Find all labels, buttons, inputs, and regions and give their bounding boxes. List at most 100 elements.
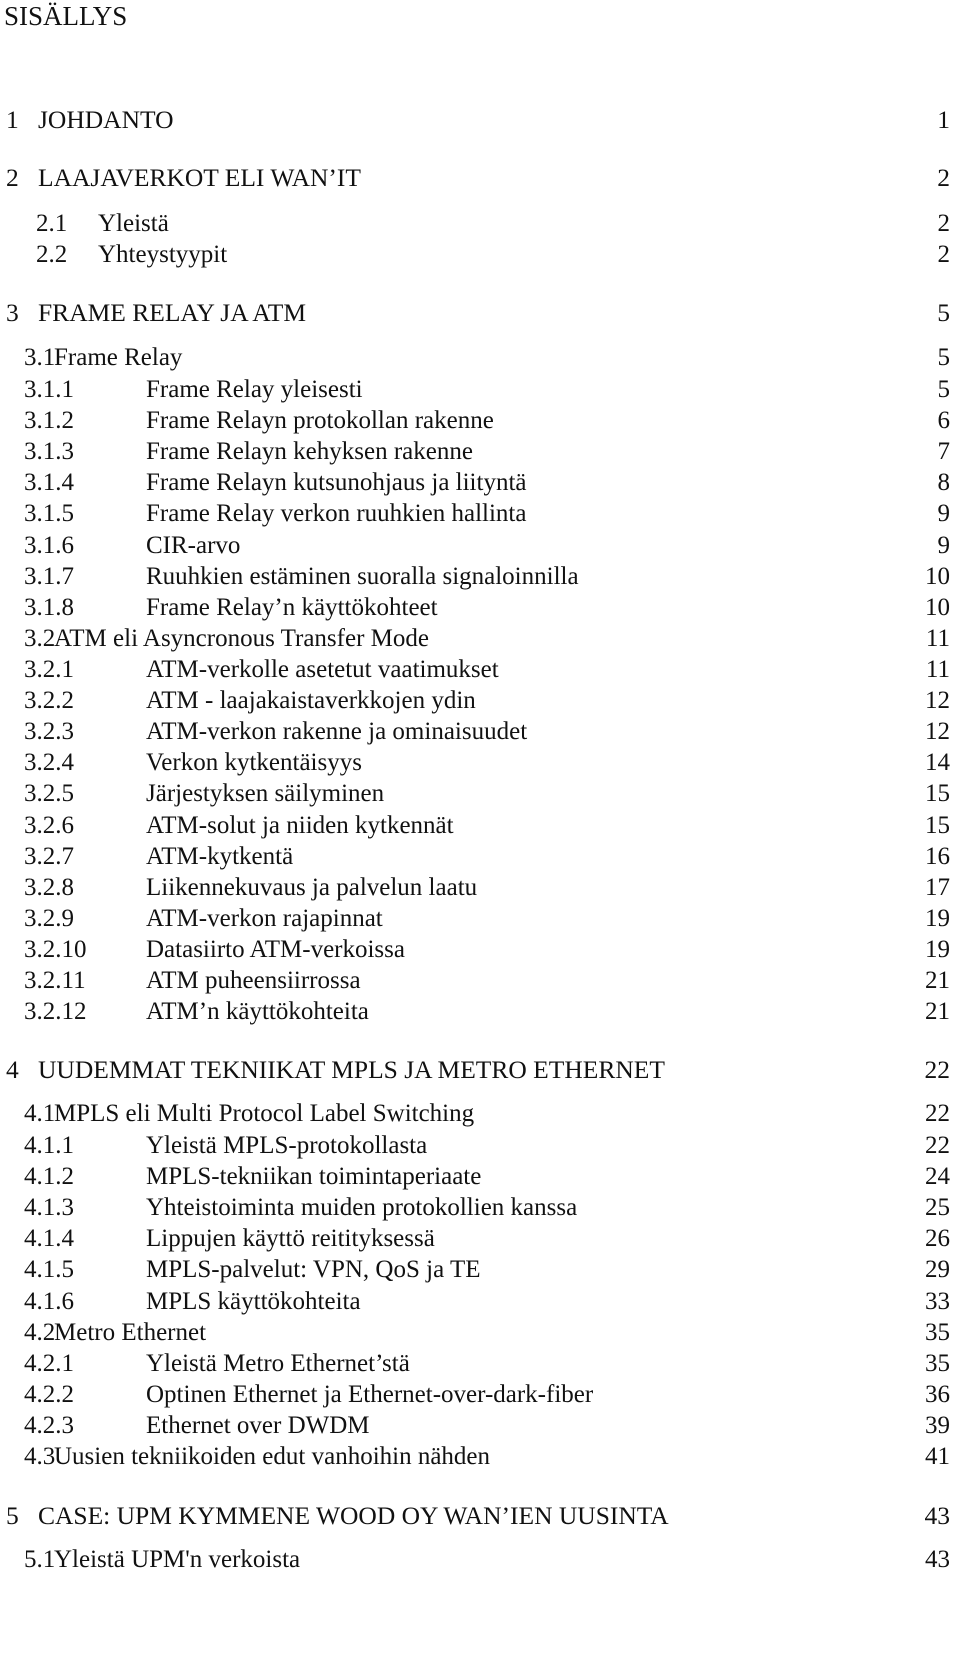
- toc-entry[interactable]: 3.2 ATM eli Asyncronous Transfer Mode 11: [0, 623, 960, 655]
- toc-entry[interactable]: 4.2.1 Yleistä Metro Ethernet’stä 35: [0, 1348, 960, 1380]
- toc-entry-page: 8: [937, 469, 951, 496]
- toc-entry-title: CASE: UPM KYMMENE WOOD OY WAN’IEN UUSINT…: [38, 1501, 669, 1530]
- toc-entry-page: 33: [925, 1288, 950, 1315]
- toc-entry-number: 3.2.8: [24, 874, 74, 901]
- toc-entry-number: 3.1.1: [24, 376, 74, 403]
- toc-entry-number: 3.1.4: [24, 469, 74, 496]
- toc-entry[interactable]: 3.1.2 Frame Relayn protokollan rakenne 6: [0, 405, 960, 437]
- toc-entry-title: Frame Relay yleisesti: [146, 376, 363, 403]
- toc-entry[interactable]: 4.1.1 Yleistä MPLS-protokollasta 22: [0, 1130, 960, 1162]
- toc-entry-page: 5: [937, 298, 950, 327]
- toc-entry[interactable]: 3.2.8 Liikennekuvaus ja palvelun laatu 17: [0, 872, 960, 904]
- toc-entry[interactable]: 4.1.6 MPLS käyttökohteita 33: [0, 1286, 960, 1318]
- toc-entry[interactable]: 2.2 Yhteystyypit 2: [0, 239, 960, 271]
- toc-entry-page: 2: [937, 163, 950, 192]
- toc-entry-page: 10: [925, 594, 950, 621]
- toc-entry-title: ATM-verkon rajapinnat: [146, 905, 383, 932]
- toc-entry[interactable]: 3.2.6 ATM-solut ja niiden kytkennät 15: [0, 810, 960, 842]
- toc-entry-page: 14: [925, 749, 950, 776]
- toc-entry-page: 35: [925, 1350, 950, 1377]
- toc-entry[interactable]: 3.1.4 Frame Relayn kutsunohjaus ja liityn…: [0, 467, 960, 499]
- toc-entry-number: 3.2.9: [24, 905, 74, 932]
- toc-entry-title: LAAJAVERKOT ELI WAN’IT: [38, 163, 361, 192]
- toc-entry[interactable]: 4.1.4 Lippujen käyttö reitityksessä 26: [0, 1223, 960, 1255]
- toc-entry[interactable]: 4.2.3 Ethernet over DWDM 39: [0, 1410, 960, 1442]
- toc-entry[interactable]: 4 UUDEMMAT TEKNIIKAT MPLS JA METRO ETHERN…: [0, 1054, 960, 1086]
- toc-entry[interactable]: 3.1.1 Frame Relay yleisesti 5: [0, 374, 960, 406]
- toc-entry-number: 4.2: [24, 1319, 56, 1346]
- toc-entry[interactable]: 3.2.1 ATM-verkolle asetetut vaatimukset 11: [0, 654, 960, 686]
- toc-entry-number: 3.1.5: [24, 500, 74, 527]
- toc-entry[interactable]: 3 FRAME RELAY JA ATM 5: [0, 297, 960, 329]
- toc-entry[interactable]: 3.2.12 ATM’n käyttökohteita 21: [0, 996, 960, 1028]
- toc-entry-page: 9: [937, 500, 951, 527]
- toc-entry-title: Verkon kytkentäisyys: [146, 749, 362, 776]
- toc-entry[interactable]: 3.1.6 CIR-arvo 9: [0, 530, 960, 562]
- toc-entry-title: UUDEMMAT TEKNIIKAT MPLS JA METRO ETHERNE…: [38, 1055, 665, 1084]
- toc-entry[interactable]: 3.2.9 ATM-verkon rajapinnat 19: [0, 903, 960, 935]
- toc-entry[interactable]: 4.2 Metro Ethernet 35: [0, 1317, 960, 1349]
- toc-entry-page: 15: [925, 812, 950, 839]
- toc-entry[interactable]: 3.1.7 Ruuhkien estäminen suoralla signalo…: [0, 561, 960, 593]
- toc-entry[interactable]: 3.2.11 ATM puheensiirrossa 21: [0, 965, 960, 997]
- toc-entry[interactable]: 2 LAAJAVERKOT ELI WAN’IT 2: [0, 162, 960, 194]
- toc-entry-title: Järjestyksen säilyminen: [146, 780, 385, 807]
- toc-entry-title: Yhteystyypit: [98, 241, 228, 268]
- toc-entry-page: 25: [925, 1194, 950, 1221]
- toc-entry-number: 3.2.5: [24, 780, 74, 807]
- toc-entry-number: 3.2.4: [24, 749, 74, 776]
- toc-entry[interactable]: 4.2.2 Optinen Ethernet ja Ethernet-over-d…: [0, 1379, 960, 1411]
- toc-entry-page: 11: [925, 625, 950, 652]
- toc-entry-page: 21: [925, 967, 950, 994]
- toc-entry-title: Yleistä MPLS-protokollasta: [146, 1132, 428, 1159]
- toc-entry-number: 3.2.6: [24, 812, 74, 839]
- toc-entry-page: 41: [925, 1443, 950, 1470]
- toc-entry-page: 22: [925, 1132, 950, 1159]
- toc-entry-page: 2: [937, 241, 951, 268]
- toc-entry[interactable]: 4.1.2 MPLS-tekniikan toimintaperiaate 24: [0, 1161, 960, 1193]
- toc-entry-title: CIR-arvo: [146, 532, 241, 559]
- toc-entry-title: MPLS käyttökohteita: [146, 1288, 361, 1315]
- toc-entry-number: 2: [6, 163, 19, 192]
- toc-entry-page: 24: [925, 1163, 950, 1190]
- toc-entry[interactable]: 4.3 Uusien tekniikoiden edut vanhoihin nä…: [0, 1441, 960, 1473]
- toc-title: SISÄLLYS: [4, 1, 128, 31]
- toc-entry-page: 43: [924, 1501, 951, 1530]
- toc-entry-number: 4.2.1: [24, 1350, 74, 1377]
- toc-entry[interactable]: 4.1.3 Yhteistoiminta muiden protokollien …: [0, 1192, 960, 1224]
- toc-entry[interactable]: 4.1.5 MPLS-palvelut: VPN, QoS ja TE 29: [0, 1254, 960, 1286]
- toc-entry[interactable]: 3.2.2 ATM - laajakaistaverkkojen ydin 12: [0, 685, 960, 717]
- toc-entry[interactable]: 3.1.8 Frame Relay’n käyttökohteet 10: [0, 592, 960, 624]
- toc-entry[interactable]: 5 CASE: UPM KYMMENE WOOD OY WAN’IEN UUSIN…: [0, 1500, 960, 1532]
- toc-entry[interactable]: 3.1 Frame Relay 5: [0, 342, 960, 374]
- toc-entry[interactable]: 3.2.7 ATM-kytkentä 16: [0, 841, 960, 873]
- toc-entry-number: 3.2.11: [24, 967, 86, 994]
- toc-entry-title: Frame Relayn kutsunohjaus ja liityntä: [146, 469, 527, 496]
- toc-entry[interactable]: 3.2.5 Järjestyksen säilyminen 15: [0, 778, 960, 810]
- toc-entry-title: Frame Relayn kehyksen rakenne: [146, 438, 473, 465]
- toc-entry-number: 3.1: [24, 344, 56, 371]
- toc-entry-title: MPLS-palvelut: VPN, QoS ja TE: [146, 1256, 481, 1283]
- toc-entry[interactable]: 3.1.5 Frame Relay verkon ruuhkien hallint…: [0, 498, 960, 530]
- toc-entry-title: Yleistä: [98, 210, 169, 237]
- toc-entry[interactable]: 4.1 MPLS eli Multi Protocol Label Switchi…: [0, 1098, 960, 1130]
- toc-entry-page: 21: [925, 998, 950, 1025]
- toc-entry[interactable]: 3.1.3 Frame Relayn kehyksen rakenne 7: [0, 436, 960, 468]
- toc-entry[interactable]: 5.1 Yleistä UPM'n verkoista 43: [0, 1544, 960, 1576]
- toc-entry-number: 3.2.7: [24, 843, 74, 870]
- toc-entry-title: Yhteistoiminta muiden protokollien kanss…: [146, 1194, 578, 1221]
- toc-entry[interactable]: 3.2.3 ATM-verkon rakenne ja ominaisuudet 1…: [0, 716, 960, 748]
- toc-entry-page: 16: [925, 843, 950, 870]
- toc-entry-number: 4.1.1: [24, 1132, 74, 1159]
- toc-entry-number: 3.1.7: [24, 563, 74, 590]
- toc-entry-page: 2: [937, 210, 951, 237]
- toc-entry-title: ATM eli Asyncronous Transfer Mode: [54, 625, 429, 652]
- toc-entry-page: 1: [937, 105, 950, 134]
- toc-entry-title: ATM-kytkentä: [146, 843, 294, 870]
- toc-entry[interactable]: 2.1 Yleistä 2: [0, 208, 960, 240]
- toc-entry[interactable]: 1 JOHDANTO 1: [0, 104, 960, 136]
- toc-entry[interactable]: 3.2.4 Verkon kytkentäisyys 14: [0, 747, 960, 779]
- toc-entry-number: 3.1.8: [24, 594, 74, 621]
- toc-entry-number: 3.2: [24, 625, 56, 652]
- toc-entry[interactable]: 3.2.10 Datasiirto ATM-verkoissa 19: [0, 934, 960, 966]
